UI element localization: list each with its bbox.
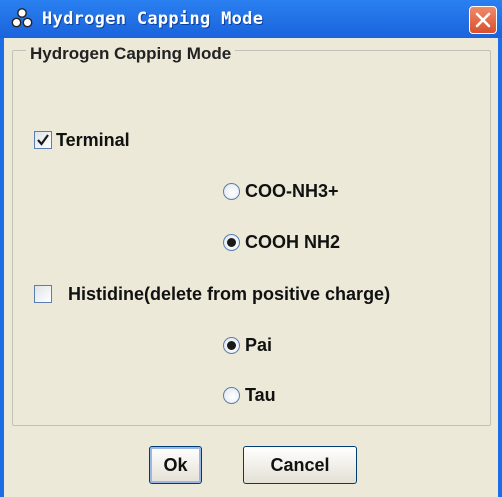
title-bar[interactable]: Hydrogen Capping Mode <box>0 0 502 38</box>
cooh-nh2-radio[interactable] <box>223 234 240 251</box>
radio-selected-dot <box>227 238 236 247</box>
dialog-window: Hydrogen Capping Mode Hydrogen Capping M… <box>0 0 502 497</box>
checkmark-icon <box>37 134 49 146</box>
ok-button[interactable]: Ok <box>149 446 202 484</box>
close-button[interactable] <box>469 6 497 34</box>
terminal-checkbox[interactable] <box>34 131 52 149</box>
cooh-nh2-label[interactable]: COOH NH2 <box>245 231 340 253</box>
coo-nh3-radio[interactable] <box>223 183 240 200</box>
cancel-button[interactable]: Cancel <box>243 446 357 484</box>
histidine-label[interactable]: Histidine(delete from positive charge) <box>68 283 390 305</box>
group-legend: Hydrogen Capping Mode <box>26 44 236 64</box>
terminal-label[interactable]: Terminal <box>56 129 130 151</box>
window-title: Hydrogen Capping Mode <box>42 9 264 29</box>
radio-selected-dot <box>227 341 236 350</box>
pai-label[interactable]: Pai <box>245 334 272 356</box>
tau-label[interactable]: Tau <box>245 384 276 406</box>
close-icon <box>475 12 491 28</box>
histidine-checkbox[interactable] <box>34 285 52 303</box>
pai-radio[interactable] <box>223 337 240 354</box>
molecule-icon <box>11 8 33 28</box>
tau-radio[interactable] <box>223 387 240 404</box>
coo-nh3-label[interactable]: COO-NH3+ <box>245 180 339 202</box>
